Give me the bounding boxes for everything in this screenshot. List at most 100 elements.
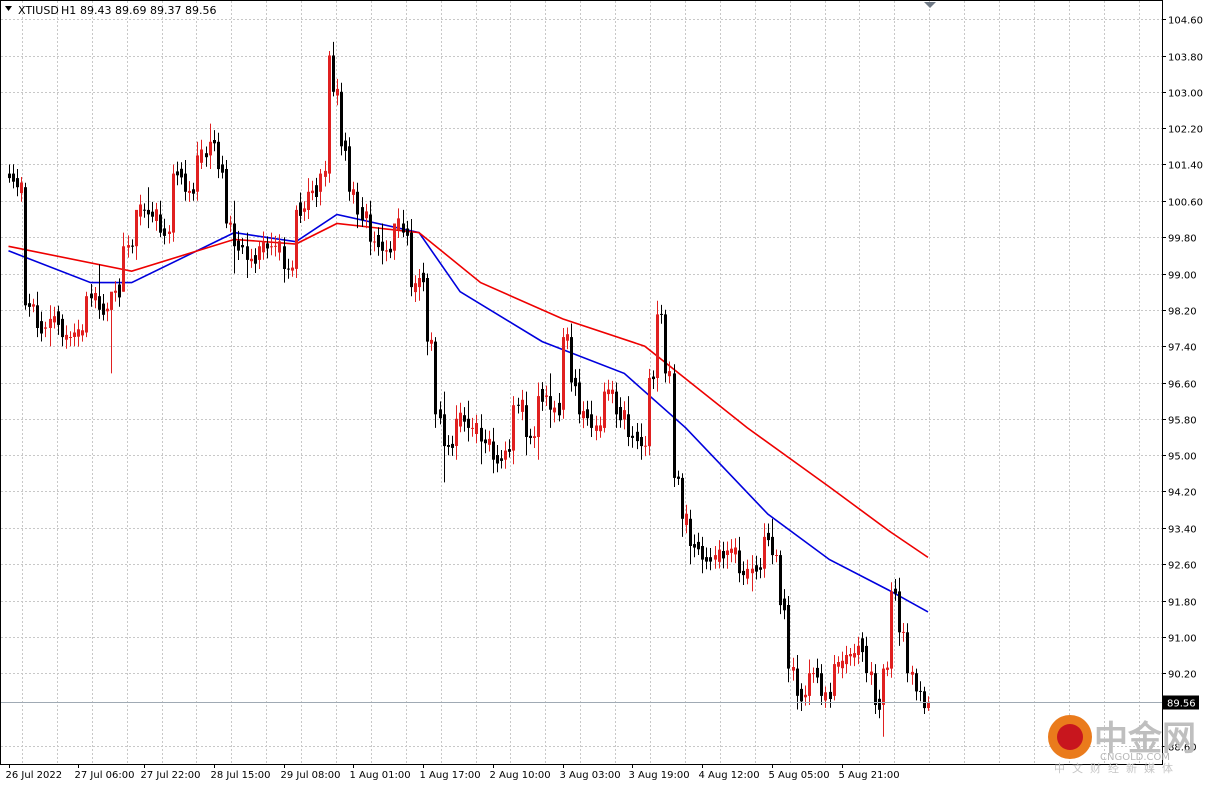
candle-body <box>254 255 257 264</box>
candle-body <box>484 439 487 444</box>
candle-body <box>20 182 23 194</box>
candle-body <box>356 191 359 215</box>
candle <box>890 582 893 678</box>
x-tick-label: 3 Aug 19:00 <box>629 770 690 781</box>
candle-body <box>562 337 565 410</box>
candle-body <box>283 246 286 269</box>
candle-body <box>139 204 142 217</box>
candle-body <box>829 691 832 699</box>
candle-body <box>270 246 273 248</box>
y-tick-label: 92.60 <box>1168 561 1197 572</box>
x-tick-label: 28 Jul 15:00 <box>211 770 271 781</box>
candle-body <box>709 557 712 562</box>
candle-body <box>77 329 80 337</box>
candle-body <box>816 667 819 678</box>
candle <box>24 182 27 310</box>
y-tick-label: 99.00 <box>1168 271 1197 282</box>
candle-body <box>65 334 68 340</box>
watermark-tagline: 中文财经新媒体 <box>1054 761 1180 775</box>
candle-body <box>385 250 388 252</box>
candle-body <box>447 445 450 447</box>
candle-body <box>553 407 556 413</box>
y-tick-label: 96.60 <box>1168 380 1197 391</box>
candle-body <box>406 228 409 236</box>
candle-body <box>418 278 421 288</box>
candle-body <box>541 389 544 402</box>
x-tick-label: 26 Jul 2022 <box>6 770 63 781</box>
candle-body <box>623 410 626 420</box>
x-tick-label: 1 Aug 01:00 <box>350 770 411 781</box>
candle-body <box>361 207 364 221</box>
candle-body <box>402 223 405 233</box>
candle-body <box>287 268 290 270</box>
candle-body <box>619 407 622 421</box>
candle-body <box>849 654 852 657</box>
candle-body <box>525 405 528 437</box>
candle-body <box>348 146 351 192</box>
y-tick-label: 95.00 <box>1168 452 1197 463</box>
y-tick-label: 95.80 <box>1168 416 1197 427</box>
candle-body <box>377 235 380 248</box>
cngold-logo-inner-icon <box>1057 724 1083 750</box>
candle-body <box>451 443 454 448</box>
candle-body <box>533 436 536 438</box>
candle <box>85 291 88 338</box>
candle-body <box>336 88 339 96</box>
candle-body <box>763 536 766 569</box>
candle-body <box>874 673 877 705</box>
candle-body <box>213 140 216 144</box>
candle-body <box>69 337 72 338</box>
candle-body <box>106 308 109 312</box>
candle-body <box>882 668 885 705</box>
candle-body <box>837 662 840 667</box>
candle-body <box>755 565 758 572</box>
candle-body <box>233 223 236 247</box>
candle-body <box>796 668 799 696</box>
candle-body <box>328 55 331 174</box>
candle-body <box>221 164 224 173</box>
candle-body <box>389 248 392 253</box>
y-tick-label: 101.40 <box>1168 161 1203 172</box>
candle-body <box>172 173 175 233</box>
y-tick-label: 104.60 <box>1168 16 1203 27</box>
candle-body <box>188 190 191 193</box>
candle <box>779 550 782 615</box>
candle-body <box>685 513 688 525</box>
candle-body <box>656 314 659 378</box>
watermark: 中金网 CNGOLD.COM 中文财经新媒体 <box>1048 715 1196 775</box>
candle-body <box>352 189 355 195</box>
candle-body <box>365 211 368 219</box>
candle-body <box>804 694 807 698</box>
candle-body <box>114 290 117 293</box>
x-tick-label: 1 Aug 17:00 <box>420 770 481 781</box>
y-tick-label: 103.00 <box>1168 89 1203 100</box>
candle-body <box>915 673 918 692</box>
candle-body <box>475 423 478 434</box>
candle-body <box>853 653 856 658</box>
candle-body <box>127 245 130 248</box>
candle-body <box>40 321 43 334</box>
candle-body <box>299 202 302 216</box>
candle-body <box>886 667 889 670</box>
candle-body <box>865 645 868 674</box>
candle-body <box>878 698 881 710</box>
candle-body <box>668 371 671 377</box>
candle-body <box>434 341 437 415</box>
chart-frame <box>0 0 1163 765</box>
candle-body <box>824 692 827 701</box>
candle-body <box>32 304 35 307</box>
candle-body <box>12 173 15 182</box>
candle-body <box>147 209 150 215</box>
candle-body <box>274 245 277 247</box>
candle-body <box>496 455 499 464</box>
candle-body <box>697 541 700 550</box>
candle-body <box>295 209 298 269</box>
candle-body <box>122 246 125 292</box>
candle-body <box>636 431 639 442</box>
candle-body <box>307 191 310 210</box>
y-tick-label: 100.60 <box>1168 198 1203 209</box>
x-tick-label: 2 Aug 10:00 <box>490 770 551 781</box>
candle-body <box>151 211 154 217</box>
y-tick-label: 102.20 <box>1168 125 1203 136</box>
candle <box>664 309 667 383</box>
